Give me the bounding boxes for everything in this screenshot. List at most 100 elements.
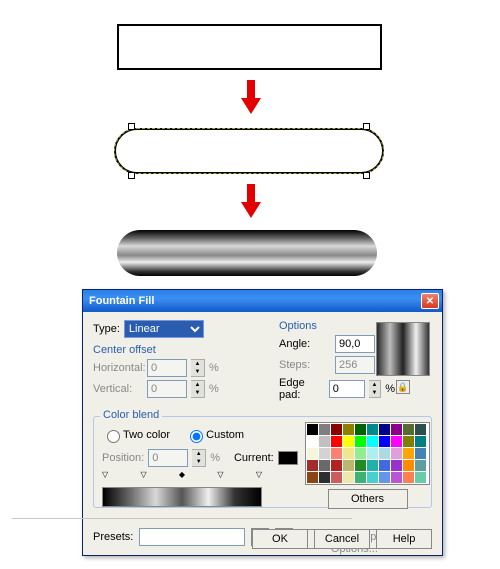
original-rectangle-shape	[117, 24, 382, 70]
current-label: Current:	[234, 452, 274, 464]
palette-swatch[interactable]	[355, 436, 366, 447]
palette-swatch[interactable]	[355, 448, 366, 459]
close-icon: ✕	[426, 296, 434, 307]
palette-swatch[interactable]	[319, 436, 330, 447]
palette-swatch[interactable]	[415, 424, 426, 435]
palette-swatch[interactable]	[403, 460, 414, 471]
palette-swatch[interactable]	[367, 424, 378, 435]
palette-swatch[interactable]	[403, 436, 414, 447]
palette-swatch[interactable]	[415, 460, 426, 471]
vertical-input: 0	[147, 380, 187, 398]
steps-label: Steps:	[279, 359, 331, 371]
steps-input: 256	[335, 356, 375, 374]
center-offset-legend: Center offset	[93, 344, 156, 356]
percent-label: %	[210, 452, 220, 464]
palette-swatch[interactable]	[355, 460, 366, 471]
presets-combo[interactable]	[139, 528, 245, 546]
palette-swatch[interactable]	[307, 460, 318, 471]
colorblend-legend: Color blend	[100, 409, 162, 421]
palette-swatch[interactable]	[379, 448, 390, 459]
gradient-preview	[376, 322, 430, 376]
palette-swatch[interactable]	[391, 448, 402, 459]
marker-icon: ◆	[179, 470, 185, 479]
close-button[interactable]: ✕	[421, 293, 439, 309]
marker-icon: ▽	[217, 470, 223, 479]
palette-swatch[interactable]	[343, 448, 354, 459]
current-color-swatch[interactable]	[278, 451, 298, 465]
palette-swatch[interactable]	[319, 424, 330, 435]
arrow-down-icon	[241, 78, 261, 116]
marker-icon: ▽	[102, 470, 108, 479]
palette-swatch[interactable]	[379, 424, 390, 435]
type-select[interactable]: Linear	[124, 320, 204, 338]
type-label: Type:	[93, 323, 120, 335]
palette-swatch[interactable]	[391, 424, 402, 435]
percent-label: %	[209, 383, 219, 395]
twocolor-label: Two color	[123, 429, 170, 441]
palette-swatch[interactable]	[343, 472, 354, 483]
palette-swatch[interactable]	[367, 448, 378, 459]
cancel-button[interactable]: Cancel	[314, 529, 370, 549]
palette-swatch[interactable]	[331, 472, 342, 483]
palette-swatch[interactable]	[403, 448, 414, 459]
palette-swatch[interactable]	[319, 448, 330, 459]
palette-swatch[interactable]	[343, 436, 354, 447]
palette-swatch[interactable]	[415, 448, 426, 459]
palette-swatch[interactable]	[391, 460, 402, 471]
marker-icon: ▽	[256, 470, 262, 479]
palette-swatch[interactable]	[307, 472, 318, 483]
resize-handle	[363, 123, 370, 130]
edgepad-input[interactable]: 0	[329, 380, 365, 398]
palette-swatch[interactable]	[331, 460, 342, 471]
percent-label: %	[385, 383, 395, 395]
palette-swatch[interactable]	[379, 436, 390, 447]
palette-swatch[interactable]	[307, 424, 318, 435]
gradient-edit-bar[interactable]	[102, 487, 262, 507]
angle-label: Angle:	[279, 338, 331, 350]
custom-label: Custom	[206, 429, 244, 441]
palette-swatch[interactable]	[403, 424, 414, 435]
palette-swatch[interactable]	[307, 448, 318, 459]
palette-swatch[interactable]	[307, 436, 318, 447]
percent-label: %	[209, 362, 219, 374]
position-label: Position:	[102, 452, 144, 464]
ok-button[interactable]: OK	[252, 529, 308, 549]
palette-swatch[interactable]	[331, 448, 342, 459]
lock-icon[interactable]: 🔒	[396, 380, 410, 394]
palette-swatch[interactable]	[331, 424, 342, 435]
palette-swatch[interactable]	[319, 472, 330, 483]
spin-buttons: ▲▼	[191, 359, 205, 377]
palette-swatch[interactable]	[415, 472, 426, 483]
resize-handle	[128, 172, 135, 179]
presets-label: Presets:	[93, 531, 133, 543]
fountain-fill-dialog: Fountain Fill ✕ Type: Linear Center offs…	[82, 289, 443, 556]
options-legend: Options	[279, 320, 317, 332]
palette-swatch[interactable]	[379, 460, 390, 471]
arrow-down-icon	[241, 182, 261, 220]
rounded-rectangle-shape	[114, 128, 384, 174]
spin-buttons[interactable]: ▲▼	[369, 380, 381, 398]
help-button[interactable]: Help	[376, 529, 432, 549]
palette-swatch[interactable]	[367, 472, 378, 483]
palette-swatch[interactable]	[331, 436, 342, 447]
palette-swatch[interactable]	[403, 472, 414, 483]
palette-swatch[interactable]	[415, 436, 426, 447]
spin-buttons: ▲▼	[191, 380, 205, 398]
palette-swatch[interactable]	[343, 424, 354, 435]
angle-input[interactable]: 90,0	[335, 335, 375, 353]
marker-icon: ▽	[140, 470, 146, 479]
palette-swatch[interactable]	[319, 460, 330, 471]
palette-swatch[interactable]	[355, 424, 366, 435]
others-button[interactable]: Others	[328, 489, 408, 509]
gradient-pill-shape	[117, 230, 377, 276]
palette-swatch[interactable]	[343, 460, 354, 471]
palette-swatch[interactable]	[355, 472, 366, 483]
palette-swatch[interactable]	[391, 472, 402, 483]
palette-swatch[interactable]	[379, 472, 390, 483]
palette-swatch[interactable]	[367, 436, 378, 447]
palette-swatch[interactable]	[367, 460, 378, 471]
custom-radio[interactable]: Custom	[185, 427, 244, 443]
dialog-titlebar[interactable]: Fountain Fill ✕	[83, 290, 442, 312]
twocolor-radio[interactable]: Two color	[102, 427, 170, 443]
palette-swatch[interactable]	[391, 436, 402, 447]
